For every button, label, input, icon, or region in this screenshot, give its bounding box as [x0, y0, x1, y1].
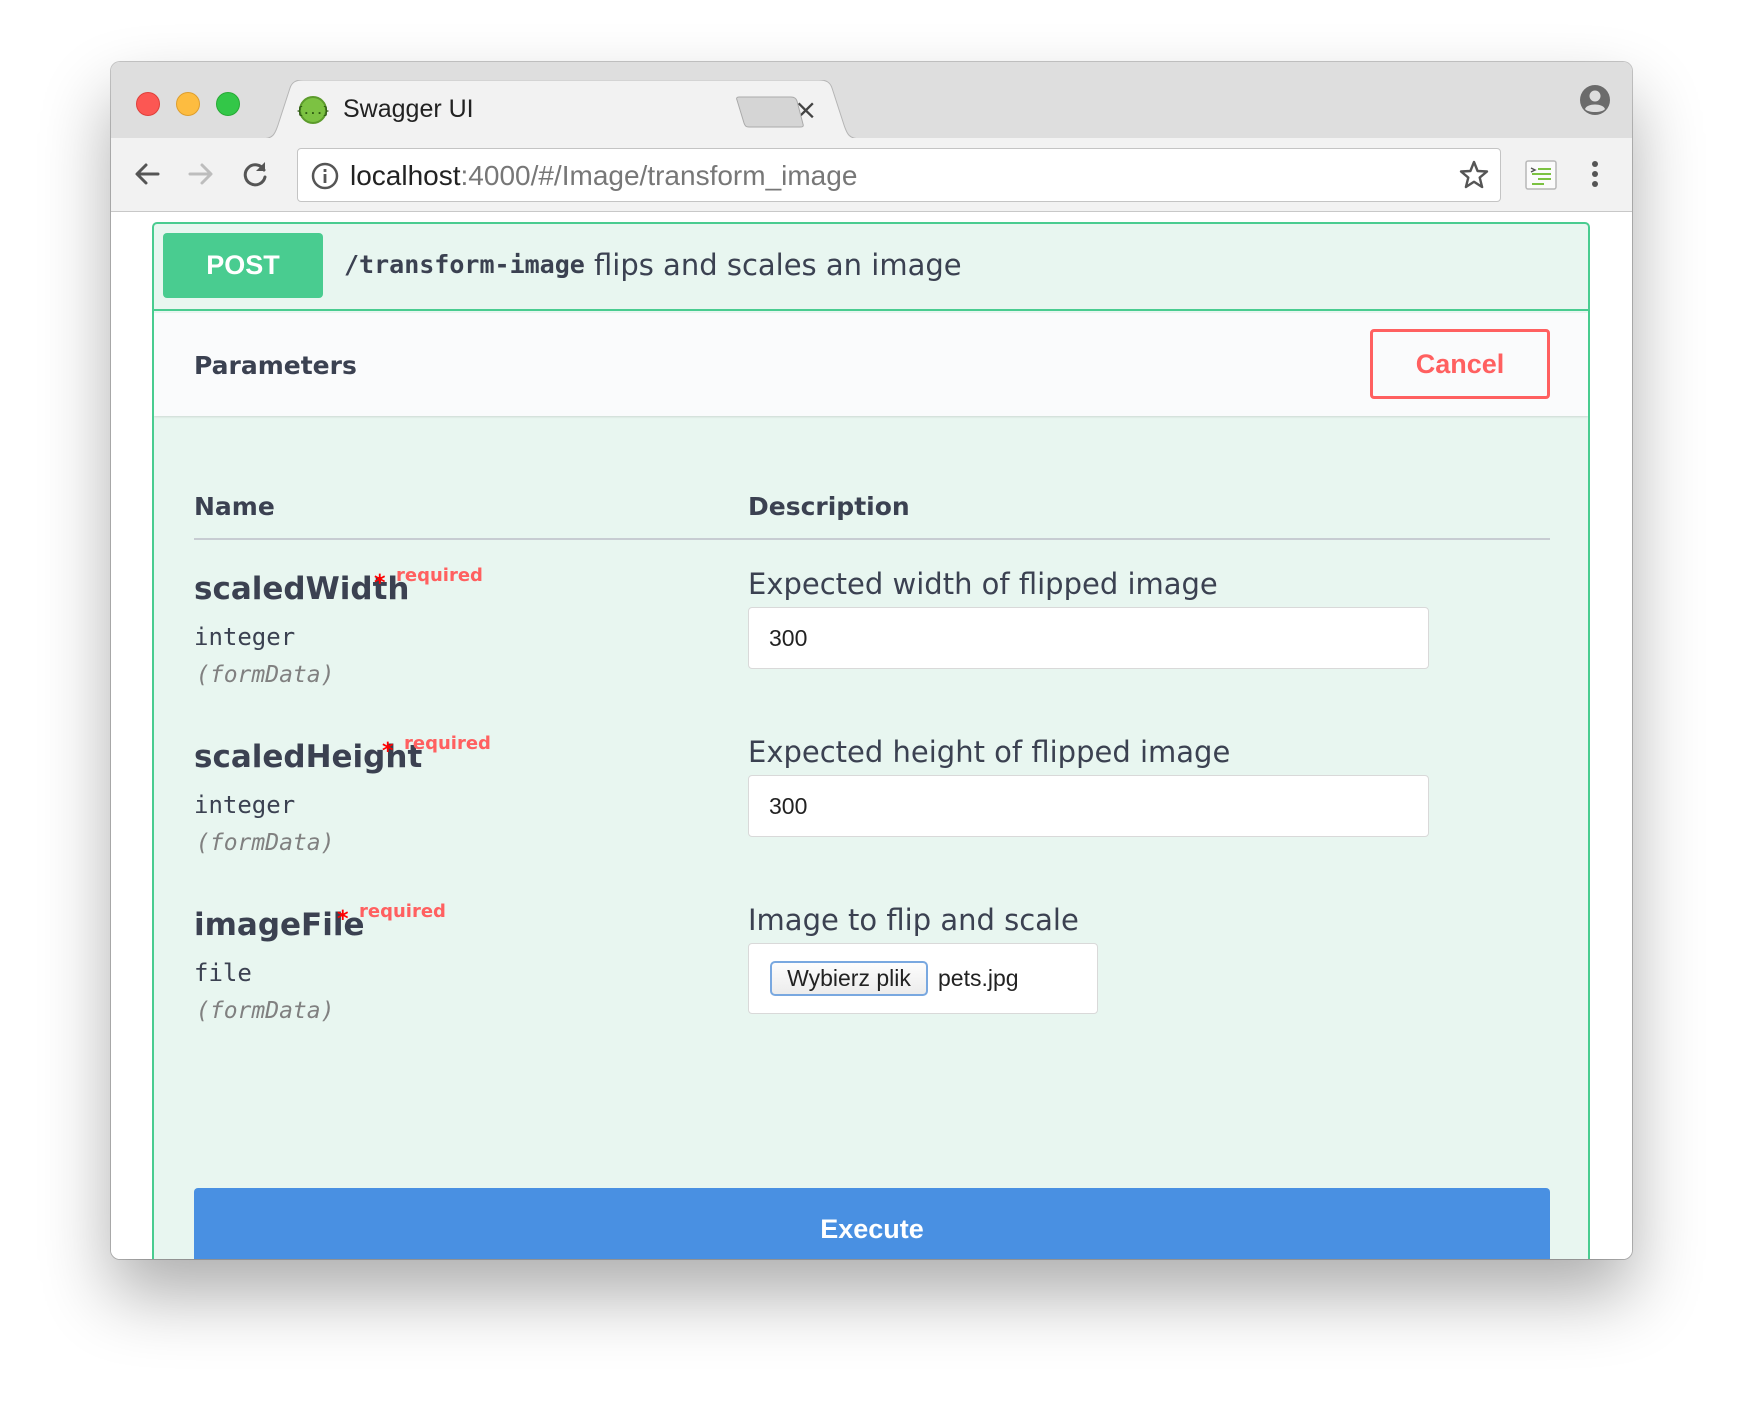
- parameter-location: (formData): [196, 830, 335, 856]
- page-content: POST /transform-image flips and scales a…: [111, 213, 1632, 1259]
- parameters-header: Parameters Cancel: [154, 313, 1588, 416]
- forward-arrow-icon[interactable]: [185, 158, 217, 190]
- required-label: required: [396, 565, 483, 586]
- header-divider: [194, 538, 1550, 540]
- parameters-title: Parameters: [194, 351, 357, 380]
- info-icon[interactable]: [311, 162, 339, 190]
- browser-window: {...} Swagger UI × localhost:4000/#/Imag…: [111, 62, 1632, 1259]
- operation-path: /transform-image: [344, 250, 585, 279]
- tab-title: Swagger UI: [343, 95, 474, 123]
- close-window-button[interactable]: [136, 92, 160, 116]
- required-asterisk: *: [382, 739, 394, 764]
- scaled-width-input[interactable]: [748, 607, 1429, 669]
- required-asterisk: *: [337, 907, 349, 932]
- minimize-window-button[interactable]: [176, 92, 200, 116]
- profile-icon[interactable]: [1579, 84, 1611, 116]
- bookmark-star-icon[interactable]: [1458, 159, 1490, 191]
- method-badge: POST: [163, 233, 323, 298]
- selected-file-name: pets.jpg: [938, 965, 1019, 991]
- extension-icon[interactable]: [1524, 158, 1558, 192]
- url-host: localhost: [350, 160, 461, 191]
- column-header-name: Name: [194, 492, 275, 521]
- swagger-favicon-icon: {...}: [296, 96, 330, 124]
- zoom-window-button[interactable]: [216, 92, 240, 116]
- scaled-height-input[interactable]: [748, 775, 1429, 837]
- back-arrow-icon[interactable]: [131, 158, 163, 190]
- cancel-button[interactable]: Cancel: [1370, 329, 1550, 399]
- parameter-type: file: [194, 959, 252, 987]
- parameter-type: integer: [194, 623, 296, 651]
- parameter-description: Expected width of flipped image: [748, 567, 1218, 601]
- parameter-type: integer: [194, 791, 296, 819]
- reload-icon[interactable]: [239, 158, 271, 190]
- execute-button[interactable]: Execute: [194, 1188, 1550, 1259]
- required-label: required: [404, 733, 491, 754]
- required-label: required: [359, 901, 446, 922]
- required-asterisk: *: [374, 571, 386, 596]
- choose-file-button[interactable]: Wybierz plik: [770, 961, 928, 996]
- title-bar: {...} Swagger UI ×: [111, 62, 1632, 139]
- operation-summary[interactable]: POST /transform-image flips and scales a…: [154, 224, 1588, 311]
- column-header-description: Description: [748, 492, 910, 521]
- new-tab-button[interactable]: [735, 96, 805, 128]
- file-input[interactable]: Wybierz plik pets.jpg: [748, 943, 1098, 1014]
- url-path: :4000/#/Image/transform_image: [460, 160, 858, 191]
- browser-toolbar: localhost:4000/#/Image/transform_image: [111, 138, 1632, 212]
- parameter-location: (formData): [196, 998, 335, 1024]
- address-bar[interactable]: localhost:4000/#/Image/transform_image: [297, 148, 1501, 202]
- parameter-description: Image to flip and scale: [748, 903, 1079, 937]
- url-text[interactable]: localhost:4000/#/Image/transform_image: [350, 160, 857, 192]
- parameter-description: Expected height of flipped image: [748, 735, 1231, 769]
- kebab-menu-icon[interactable]: [1589, 158, 1601, 190]
- operation-description: flips and scales an image: [594, 248, 962, 282]
- parameter-location: (formData): [196, 662, 335, 688]
- operation-block: POST /transform-image flips and scales a…: [152, 222, 1590, 1259]
